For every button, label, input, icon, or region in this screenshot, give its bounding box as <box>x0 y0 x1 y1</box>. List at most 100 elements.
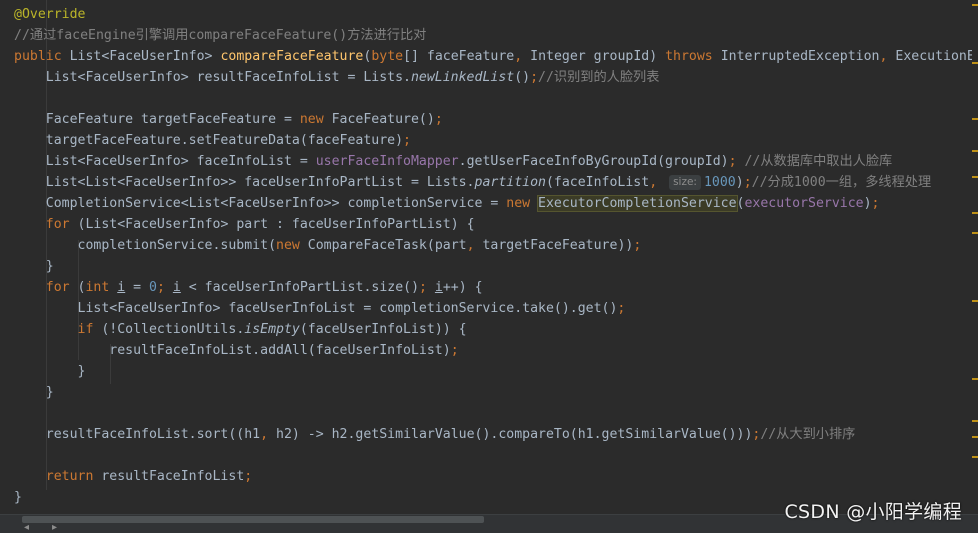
warning-mark[interactable] <box>972 456 978 458</box>
code-line[interactable]: } <box>14 382 972 403</box>
code-token: return <box>14 469 102 484</box>
code-token: } <box>14 490 22 505</box>
warning-mark[interactable] <box>972 176 978 178</box>
scrollbar-thumb[interactable] <box>22 516 484 523</box>
code-line[interactable]: @Override <box>14 4 972 25</box>
code-token: ; <box>450 343 459 358</box>
code-token: h2) -> h2.getSimilarValue().compareTo(h1… <box>276 427 753 442</box>
code-token: @Override <box>14 7 86 22</box>
code-token: ++) { <box>442 280 483 295</box>
code-token: new <box>276 238 308 253</box>
warning-mark[interactable] <box>972 232 978 234</box>
code-token: ; <box>728 154 745 169</box>
code-token: List<FaceUserInfo> <box>69 49 221 64</box>
code-token: 1000 <box>703 175 736 190</box>
code-line[interactable]: resultFaceInfoList.addAll(faceUserInfoLi… <box>14 340 972 361</box>
code-line[interactable]: CompletionService<List<FaceUserInfo>> co… <box>14 193 972 214</box>
code-line[interactable]: List<FaceUserInfo> faceUserInfoList = co… <box>14 298 972 319</box>
code-line[interactable]: List<List<FaceUserInfo>> faceUserInfoPar… <box>14 172 972 193</box>
code-token: , <box>879 49 896 64</box>
code-line[interactable]: resultFaceInfoList.sort((h1, h2) -> h2.g… <box>14 424 972 445</box>
code-token: ) <box>735 175 744 190</box>
code-line[interactable]: for (List<FaceUserInfo> part : faceUserI… <box>14 214 972 235</box>
code-token: targetFaceFeature.setFeatureData(faceFea… <box>14 133 404 148</box>
code-token: byte <box>371 49 404 64</box>
parameter-hint: size: <box>669 175 701 190</box>
code-token: , <box>466 238 483 253</box>
code-line[interactable]: } <box>14 256 972 277</box>
code-token: //从大到小排序 <box>760 427 856 442</box>
code-token: for <box>14 280 78 295</box>
code-token: CompletionService<List<FaceUserInfo>> co… <box>14 196 507 211</box>
code-line[interactable]: FaceFeature targetFaceFeature = new Face… <box>14 109 972 130</box>
code-token: ; <box>871 196 880 211</box>
code-token: ; <box>530 70 539 85</box>
code-line[interactable]: if (!CollectionUtils.isEmpty(faceUserInf… <box>14 319 972 340</box>
code-token: public <box>14 49 70 64</box>
code-token: .getUserFaceInfoByGroupId(groupId) <box>458 154 729 169</box>
code-token: i <box>172 280 181 295</box>
code-token: ExecutorCompletionService <box>537 195 738 212</box>
warning-mark[interactable] <box>972 4 978 6</box>
code-token: ; <box>743 175 752 190</box>
warning-mark[interactable] <box>972 378 978 380</box>
code-token: List<FaceUserInfo> faceUserInfoList = co… <box>14 301 618 316</box>
code-line[interactable]: return resultFaceInfoList; <box>14 466 972 487</box>
code-token: //识别到的人脸列表 <box>538 70 660 85</box>
code-token: for <box>14 217 78 232</box>
code-token: //通过faceEngine引擎调用compareFaceFeature()方法… <box>14 28 427 43</box>
code-token: () <box>514 70 531 85</box>
code-line[interactable]: targetFaceFeature.setFeatureData(faceFea… <box>14 130 972 151</box>
code-token: < faceUserInfoPartList.size() <box>180 280 420 295</box>
code-line[interactable]: completionService.submit(new CompareFace… <box>14 235 972 256</box>
code-token: isEmpty <box>244 322 300 337</box>
code-token: ; <box>434 112 443 127</box>
code-token: (!CollectionUtils. <box>101 322 245 337</box>
warning-mark[interactable] <box>972 420 978 422</box>
code-line[interactable] <box>14 403 972 424</box>
code-line[interactable]: //通过faceEngine引擎调用compareFaceFeature()方法… <box>14 25 972 46</box>
code-token: resultFaceInfoList.sort((h1 <box>14 427 261 442</box>
code-token: int <box>85 280 118 295</box>
code-token: if <box>14 322 102 337</box>
code-token: compareFaceFeature <box>220 49 364 64</box>
code-token: , <box>260 427 277 442</box>
code-token: //分成1000一组，多线程处理 <box>751 175 932 190</box>
code-token: } <box>14 259 54 274</box>
code-token: Integer groupId) <box>530 49 666 64</box>
warning-mark[interactable] <box>972 118 978 120</box>
code-line[interactable] <box>14 88 972 109</box>
code-token: ; <box>403 133 411 148</box>
code-token: throws <box>665 49 721 64</box>
code-line[interactable]: } <box>14 361 972 382</box>
code-editor[interactable]: @Override //通过faceEngine引擎调用compareFaceFe… <box>0 0 978 514</box>
code-token: FaceFeature targetFaceFeature = <box>14 112 300 127</box>
error-stripe[interactable] <box>972 0 978 514</box>
code-token: ; <box>156 280 173 295</box>
code-token: userFaceInfoMapper <box>315 154 459 169</box>
code-token: i <box>434 280 443 295</box>
code-token: FaceFeature() <box>331 112 435 127</box>
code-token: , <box>649 175 666 190</box>
warning-mark[interactable] <box>972 150 978 152</box>
code-token: ; <box>244 469 253 484</box>
code-lines[interactable]: @Override //通过faceEngine引擎调用compareFaceFe… <box>14 4 972 508</box>
code-token: completionService.submit( <box>14 238 277 253</box>
code-line[interactable]: List<FaceUserInfo> faceInfoList = userFa… <box>14 151 972 172</box>
code-token: resultFaceInfoList.addAll(faceUserInfoLi… <box>14 343 451 358</box>
code-line[interactable] <box>14 445 972 466</box>
code-line[interactable]: public List<FaceUserInfo> compareFaceFea… <box>14 46 972 67</box>
warning-mark[interactable] <box>972 212 978 214</box>
warning-mark[interactable] <box>972 300 978 302</box>
code-token: i <box>117 280 126 295</box>
warning-mark[interactable] <box>972 436 978 438</box>
code-token: ) <box>863 196 872 211</box>
code-line[interactable]: List<FaceUserInfo> resultFaceInfoList = … <box>14 67 972 88</box>
code-token: List<FaceUserInfo> resultFaceInfoList = … <box>14 70 411 85</box>
warning-mark[interactable] <box>972 62 978 64</box>
code-line[interactable]: for (int i = 0; i < faceUserInfoPartList… <box>14 277 972 298</box>
code-token: [] faceFeature <box>403 49 515 64</box>
code-token: } <box>14 385 54 400</box>
code-token: ExecutionException { <box>895 49 972 64</box>
code-token: List<FaceUserInfo> faceInfoList = <box>14 154 316 169</box>
